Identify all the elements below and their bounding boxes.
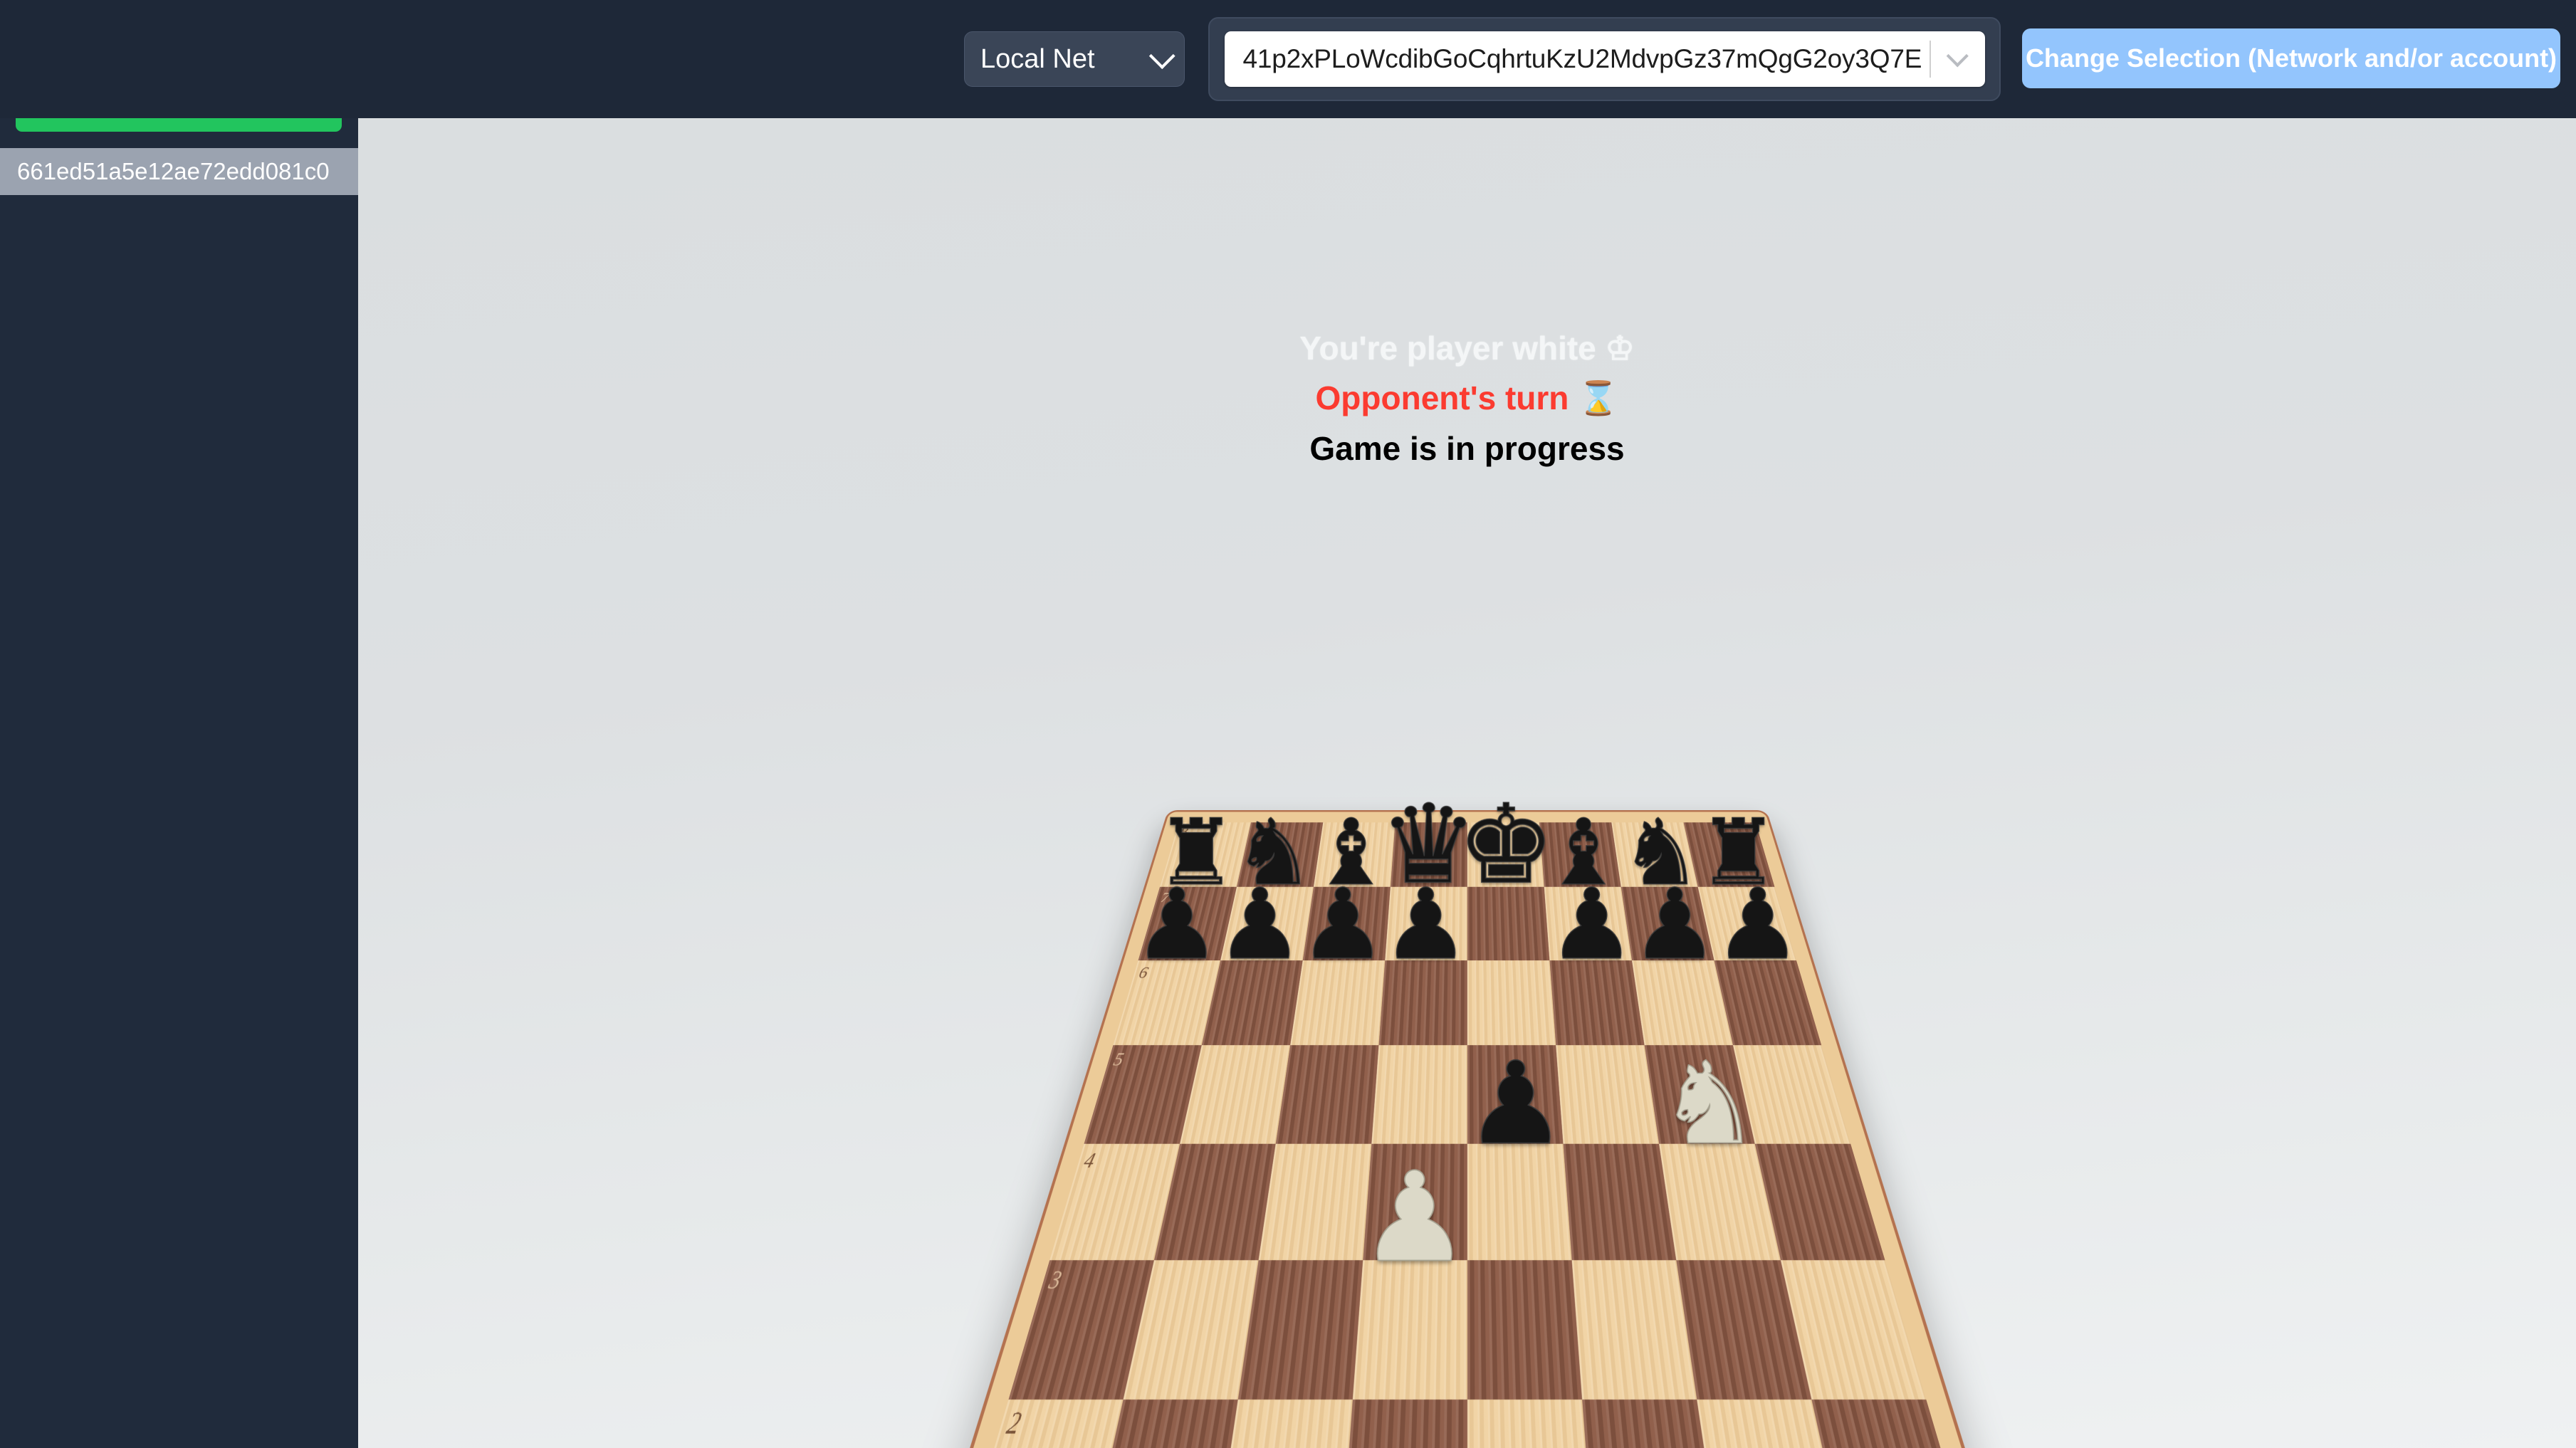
board-square-d8[interactable] <box>1391 822 1467 887</box>
board-square-f7[interactable] <box>1544 887 1631 960</box>
change-selection-button[interactable]: Change Selection (Network and/or account… <box>2022 28 2560 88</box>
rank-label-7: 7 <box>1158 890 1171 906</box>
board-square-f5[interactable] <box>1556 1045 1659 1144</box>
board-square-c7[interactable] <box>1302 887 1390 960</box>
turn-indicator: Opponent's turn ⌛ <box>358 379 2576 418</box>
rank-label-4: 4 <box>1081 1149 1098 1173</box>
board-square-e7[interactable] <box>1467 887 1550 960</box>
rank-label-3: 3 <box>1045 1266 1064 1296</box>
network-select[interactable]: Local Net <box>964 31 1185 87</box>
board-square-f8[interactable] <box>1539 822 1621 887</box>
board-square-e6[interactable] <box>1467 960 1556 1045</box>
rank-label-8: 8 <box>1178 825 1190 839</box>
player-color-label: You're player white ♔ <box>358 329 2576 367</box>
board-square-c6[interactable] <box>1290 960 1385 1045</box>
account-select-value: 41p2xPLoWcdibGoCqhrtuKzU2MdvpGz37mQgG2oy… <box>1243 44 1922 74</box>
rank-label-6: 6 <box>1136 964 1150 982</box>
board-square-d6[interactable] <box>1378 960 1467 1045</box>
chess-app-window: Local Net 41p2xPLoWcdibGoCqhrtuKzU2MdvpG… <box>0 0 2576 1448</box>
board-square-d5[interactable] <box>1371 1045 1467 1144</box>
account-select[interactable]: 41p2xPLoWcdibGoCqhrtuKzU2MdvpGz37mQgG2oy… <box>1225 31 1985 87</box>
board-square-f3[interactable] <box>1571 1260 1697 1400</box>
board-square-c5[interactable] <box>1275 1045 1378 1144</box>
board-square-c3[interactable] <box>1237 1260 1363 1400</box>
board-square-e2[interactable] <box>1467 1400 1595 1448</box>
rank-label-5: 5 <box>1111 1049 1126 1070</box>
network-select-value: Local Net <box>980 44 1150 75</box>
board-square-e8[interactable] <box>1467 822 1544 887</box>
board-square-c8[interactable] <box>1314 822 1396 887</box>
board-square-e5[interactable] <box>1467 1045 1564 1144</box>
board-square-b8[interactable] <box>1237 822 1323 887</box>
rank-label-2: 2 <box>1002 1407 1025 1442</box>
chevron-down-icon <box>1946 45 1968 67</box>
account-select-container: 41p2xPLoWcdibGoCqhrtuKzU2MdvpGz37mQgG2oy… <box>1208 17 2001 101</box>
game-progress-label: Game is in progress <box>358 429 2576 468</box>
board-square-d4[interactable] <box>1363 1144 1467 1260</box>
top-toolbar: Local Net 41p2xPLoWcdibGoCqhrtuKzU2MdvpG… <box>0 0 2576 118</box>
account-select-divider <box>1930 41 1931 78</box>
board-square-e4[interactable] <box>1467 1144 1572 1260</box>
game-stage: You're player white ♔ Opponent's turn ⌛ … <box>358 118 2576 1448</box>
board-square-d7[interactable] <box>1385 887 1467 960</box>
board-square-g8[interactable] <box>1611 822 1697 887</box>
board-squares[interactable]: 87654321 <box>896 822 2038 1448</box>
game-status: You're player white ♔ Opponent's turn ⌛ … <box>358 118 2576 468</box>
chess-board-3d[interactable]: 87654321 ♜♞♝♛♚♝♞♜♟♟♟♟♟♟♟♟♞♟♟♟♟♟♟♟♟♜♞♝♛♚♝… <box>896 822 2038 1448</box>
board-square-d2[interactable] <box>1340 1400 1467 1448</box>
sidebar: New Session Join Session 661ed51a5e12ae7… <box>0 0 358 1448</box>
board-square-e3[interactable] <box>1467 1260 1582 1400</box>
board-square-f4[interactable] <box>1563 1144 1676 1260</box>
session-list-item[interactable]: 661ed51a5e12ae72edd081c0 <box>0 148 358 195</box>
chevron-down-icon <box>1149 43 1176 69</box>
board-square-f6[interactable] <box>1549 960 1644 1045</box>
board-square-b7[interactable] <box>1220 887 1314 960</box>
board-square-c4[interactable] <box>1258 1144 1371 1260</box>
board-square-d3[interactable] <box>1352 1260 1467 1400</box>
